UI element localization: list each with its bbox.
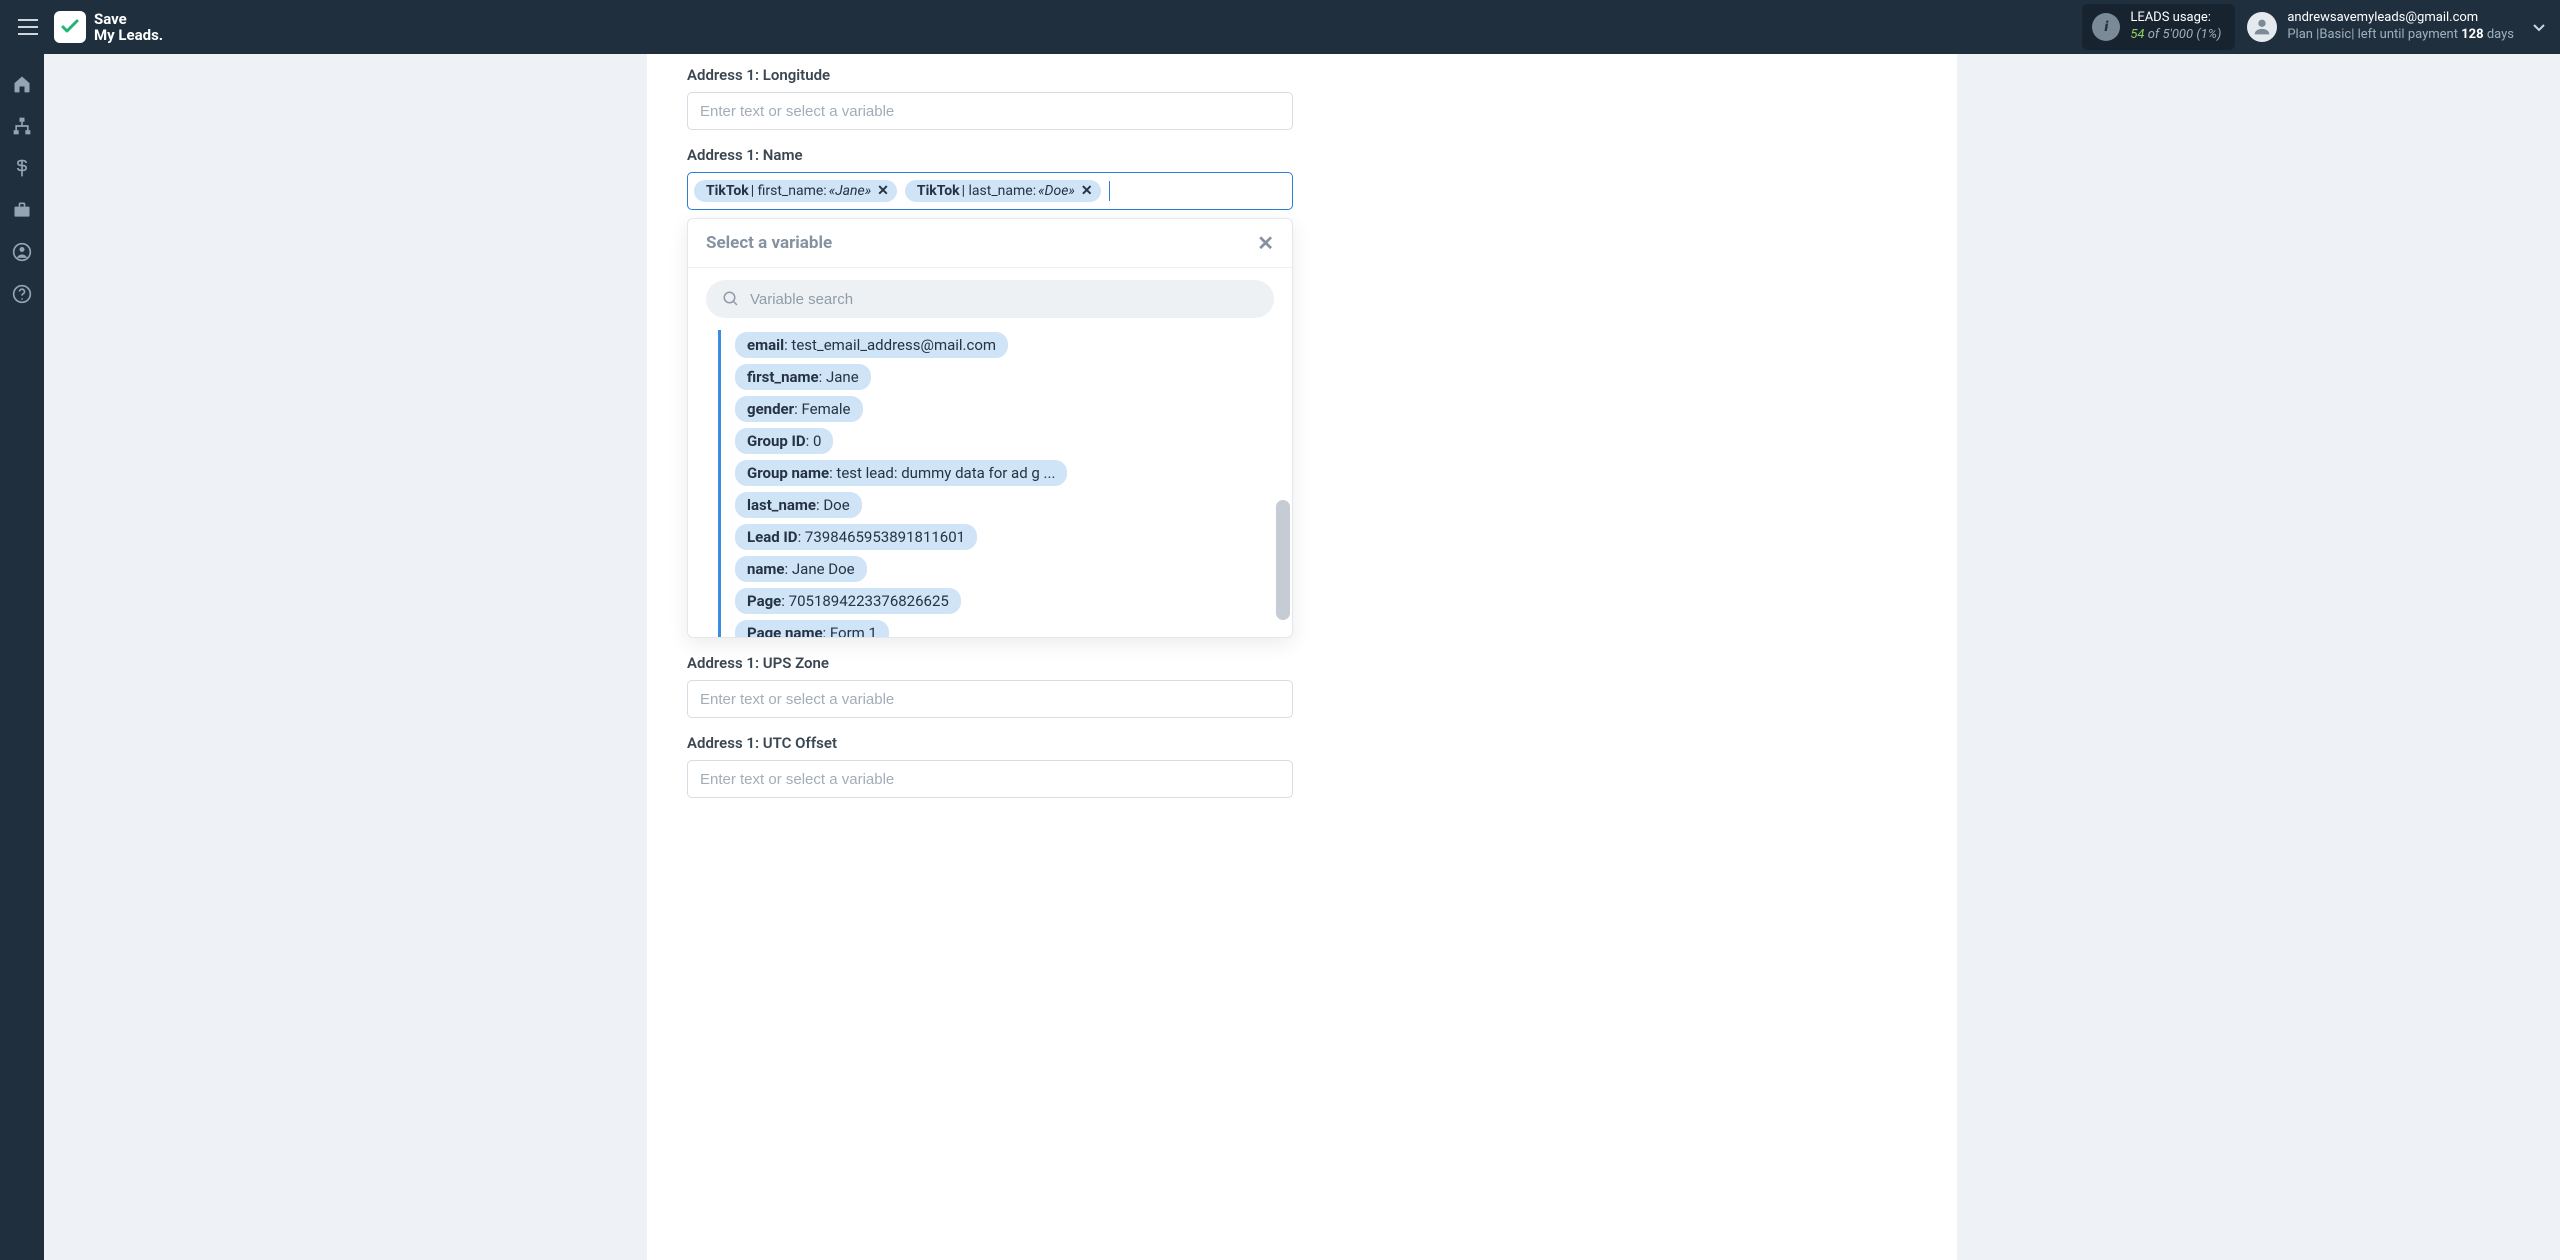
dropdown-search[interactable] — [706, 280, 1274, 318]
topbar: Save My Leads. i LEADS usage: 54 of 5'00… — [0, 0, 2560, 54]
label-ups-zone: Address 1: UPS Zone — [687, 654, 1293, 672]
home-icon — [12, 74, 32, 94]
usage-text: LEADS usage: 54 of 5'000 (1%) — [2130, 10, 2221, 44]
variable-option[interactable]: Lead ID: 7398465953891811601 — [735, 524, 977, 550]
form-card: Address 1: Longitude Address 1: Name Tik… — [647, 54, 1957, 1260]
variable-search-input[interactable] — [750, 291, 1258, 308]
variable-option[interactable]: email: test_email_address@mail.com — [735, 332, 1008, 358]
label-longitude: Address 1: Longitude — [687, 66, 1293, 84]
dropdown-header: Select a variable ✕ — [688, 219, 1292, 268]
main-content: Address 1: Longitude Address 1: Name Tik… — [44, 54, 2560, 1260]
dropdown-list[interactable]: email: test_email_address@mail.com first_… — [688, 330, 1292, 637]
dropdown-title: Select a variable — [706, 233, 832, 253]
variable-option[interactable]: first_name: Jane — [735, 364, 871, 390]
sitemap-icon — [12, 116, 32, 136]
usage-count: 54 — [2130, 27, 2144, 42]
user-email: andrewsavemyleads@gmail.com — [2287, 10, 2514, 27]
close-icon[interactable]: ✕ — [1257, 231, 1274, 255]
sidebar-item-billing[interactable] — [0, 148, 44, 188]
hamburger-icon — [18, 19, 38, 35]
variable-option[interactable]: gender: Female — [735, 396, 863, 422]
sidebar-item-help[interactable] — [0, 274, 44, 314]
variable-option[interactable]: Group ID: 0 — [735, 428, 833, 454]
dollar-icon — [12, 158, 32, 178]
field-ups-zone: Address 1: UPS Zone — [687, 654, 1293, 718]
user-menu[interactable]: andrewsavemyleads@gmail.com Plan |Basic|… — [2247, 10, 2546, 44]
text-cursor — [1109, 181, 1110, 201]
help-icon — [12, 284, 32, 304]
variable-dropdown: Select a variable ✕ email: test_email_ad… — [687, 218, 1293, 638]
brand-name: Save My Leads. — [94, 11, 163, 44]
usage-indicator[interactable]: i LEADS usage: 54 of 5'000 (1%) — [2082, 4, 2235, 50]
sidebar-item-briefcase[interactable] — [0, 190, 44, 230]
brand-line1: Save — [94, 11, 163, 28]
sidebar — [0, 54, 44, 1260]
info-icon: i — [2092, 13, 2120, 41]
days-word: days — [2484, 27, 2514, 42]
sidebar-item-connections[interactable] — [0, 106, 44, 146]
field-name: Address 1: Name TikTok | first_name: «Ja… — [687, 146, 1293, 638]
plan-name: Basic — [2319, 27, 2351, 42]
briefcase-icon — [12, 200, 32, 220]
user-info: andrewsavemyleads@gmail.com Plan |Basic|… — [2287, 10, 2514, 44]
variable-pill[interactable]: TikTok | first_name: «Jane» ✕ — [694, 180, 897, 202]
usage-label: LEADS usage: — [2130, 10, 2221, 27]
dropdown-search-wrap — [688, 268, 1292, 330]
usage-of: of — [2148, 27, 2160, 42]
variable-option[interactable]: Group name: test lead: dummy data for ad… — [735, 460, 1067, 486]
search-icon — [722, 290, 740, 308]
variable-option[interactable]: name: Jane Doe — [735, 556, 867, 582]
label-name: Address 1: Name — [687, 146, 1293, 164]
avatar — [2247, 12, 2277, 42]
field-longitude: Address 1: Longitude — [687, 66, 1293, 130]
variable-pill[interactable]: TikTok | last_name: «Doe» ✕ — [905, 180, 1101, 202]
scrollbar-thumb[interactable] — [1276, 500, 1290, 620]
plan-prefix: Plan | — [2287, 27, 2319, 42]
input-utc-offset[interactable] — [687, 760, 1293, 798]
variable-option[interactable]: Page name: Form 1 — [735, 620, 889, 637]
input-ups-zone[interactable] — [687, 680, 1293, 718]
sidebar-item-account[interactable] — [0, 232, 44, 272]
usage-pct: (1%) — [2196, 27, 2221, 42]
variable-option[interactable]: last_name: Doe — [735, 492, 862, 518]
brand-line2: My Leads. — [94, 27, 163, 44]
remove-pill-icon[interactable]: ✕ — [877, 183, 889, 199]
remove-pill-icon[interactable]: ✕ — [1081, 183, 1093, 199]
usage-value: 54 of 5'000 (1%) — [2130, 27, 2221, 44]
usage-limit: 5'000 — [2163, 27, 2194, 42]
days-left: 128 — [2461, 27, 2483, 42]
sidebar-item-home[interactable] — [0, 64, 44, 104]
user-plan: Plan |Basic| left until payment 128 days — [2287, 27, 2514, 44]
chevron-down-icon — [2532, 20, 2546, 34]
variable-option[interactable]: Page: 7051894223376826625 — [735, 588, 961, 614]
brand-logo[interactable]: Save My Leads. — [54, 11, 163, 44]
check-icon — [60, 17, 80, 37]
input-name[interactable]: TikTok | first_name: «Jane» ✕ TikTok | la… — [687, 172, 1293, 210]
hamburger-menu-button[interactable] — [14, 13, 42, 41]
user-icon — [2251, 16, 2273, 38]
field-utc-offset: Address 1: UTC Offset — [687, 734, 1293, 798]
plan-mid: | left until payment — [2351, 27, 2461, 42]
input-longitude[interactable] — [687, 92, 1293, 130]
label-utc-offset: Address 1: UTC Offset — [687, 734, 1293, 752]
logo-mark — [54, 11, 86, 43]
user-circle-icon — [12, 242, 32, 262]
